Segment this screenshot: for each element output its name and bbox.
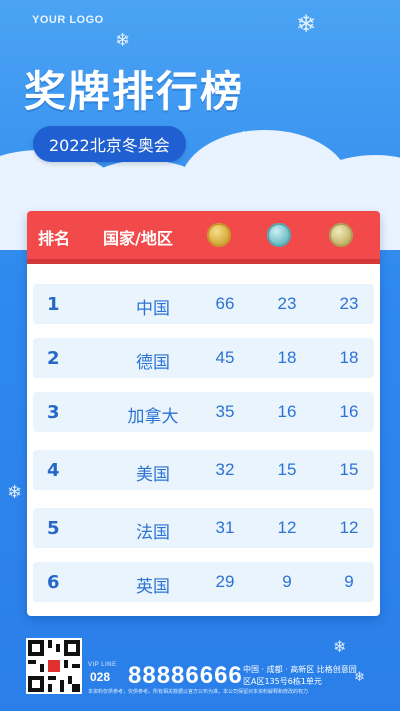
area-code: 028 — [90, 670, 111, 684]
silver-count: 18 — [277, 348, 297, 367]
address-line: 区A区135号6栋1单元 — [243, 677, 322, 686]
bronze-count: 12 — [339, 518, 359, 537]
bronze-count: 9 — [344, 572, 354, 591]
country-name: 中国 — [136, 299, 170, 319]
bronze-medal-icon — [329, 223, 353, 247]
table-row: 3 加拿大 35 16 16 — [33, 392, 374, 432]
gold-count: 35 — [215, 402, 235, 421]
footer: VIP LINE 028 88886666 中国 · 成都 · 高新区 比格创意… — [0, 632, 400, 711]
country-header: 国家/地区 — [103, 229, 173, 248]
brand-logo: YOUR LOGO — [32, 14, 104, 26]
gold-count: 66 — [215, 294, 235, 313]
phone-number[interactable]: 88886666 — [128, 662, 243, 690]
poster: YOUR LOGO ❄ ❄ ❄ ❄ ❄ ❄ 奖牌排行榜 2022北京冬奥会 排名… — [0, 0, 400, 711]
gold-medal-icon — [207, 223, 231, 247]
table-row: 2 德国 45 18 18 — [33, 338, 374, 378]
silver-medal-icon — [267, 223, 291, 247]
country-name: 英国 — [136, 577, 170, 597]
country-name: 美国 — [136, 465, 170, 485]
gold-count: 45 — [215, 348, 235, 367]
country-name: 法国 — [136, 523, 170, 543]
country-name: 加拿大 — [127, 407, 179, 427]
rank-header: 排名 — [38, 229, 71, 248]
medal-table: 排名 国家/地区 1 中国 66 23 23 2 德国 45 18 18 3 加… — [27, 211, 380, 616]
snowflake-icon: ❄ — [296, 10, 317, 38]
bronze-count: 15 — [339, 460, 359, 479]
silver-count: 9 — [282, 572, 292, 591]
vip-line-label: VIP LINE — [88, 662, 117, 668]
rank-value: 6 — [47, 572, 60, 593]
rank-value: 2 — [47, 348, 60, 369]
rank-value: 4 — [47, 460, 60, 481]
rank-value: 3 — [47, 402, 60, 423]
bronze-count: 18 — [339, 348, 359, 367]
table-row: 6 英国 29 9 9 — [33, 562, 374, 602]
table-row: 4 美国 32 15 15 — [33, 450, 374, 490]
address: 中国 · 成都 · 高新区 比格创意园 区A区135号6栋1单元 — [243, 664, 357, 688]
silver-count: 12 — [277, 518, 297, 537]
gold-count: 29 — [215, 572, 235, 591]
gold-count: 32 — [215, 460, 235, 479]
country-name: 德国 — [136, 353, 170, 373]
silver-count: 16 — [277, 402, 297, 421]
address-line: 中国 · 成都 · 高新区 比格创意园 — [243, 665, 357, 674]
snowflake-icon: ❄ — [7, 482, 23, 503]
event-badge: 2022北京冬奥会 — [33, 126, 186, 162]
silver-count: 23 — [277, 294, 297, 313]
page-title: 奖牌排行榜 — [24, 67, 245, 116]
table-header: 排名 国家/地区 — [27, 211, 380, 264]
bronze-count: 23 — [339, 294, 359, 313]
rank-value: 5 — [47, 518, 60, 539]
table-row: 1 中国 66 23 23 — [33, 284, 374, 324]
snowflake-icon: ❄ — [115, 30, 131, 51]
rank-value: 1 — [47, 294, 60, 315]
disclaimer-text: 本资料仅供参考，仅供参考。所有相关数据以官方公布为准，本公司保留对本资料解释和修… — [88, 689, 309, 695]
silver-count: 15 — [277, 460, 297, 479]
bronze-count: 16 — [339, 402, 359, 421]
gold-count: 31 — [215, 518, 235, 537]
table-row: 5 法国 31 12 12 — [33, 508, 374, 548]
qr-code-icon[interactable] — [26, 638, 82, 694]
